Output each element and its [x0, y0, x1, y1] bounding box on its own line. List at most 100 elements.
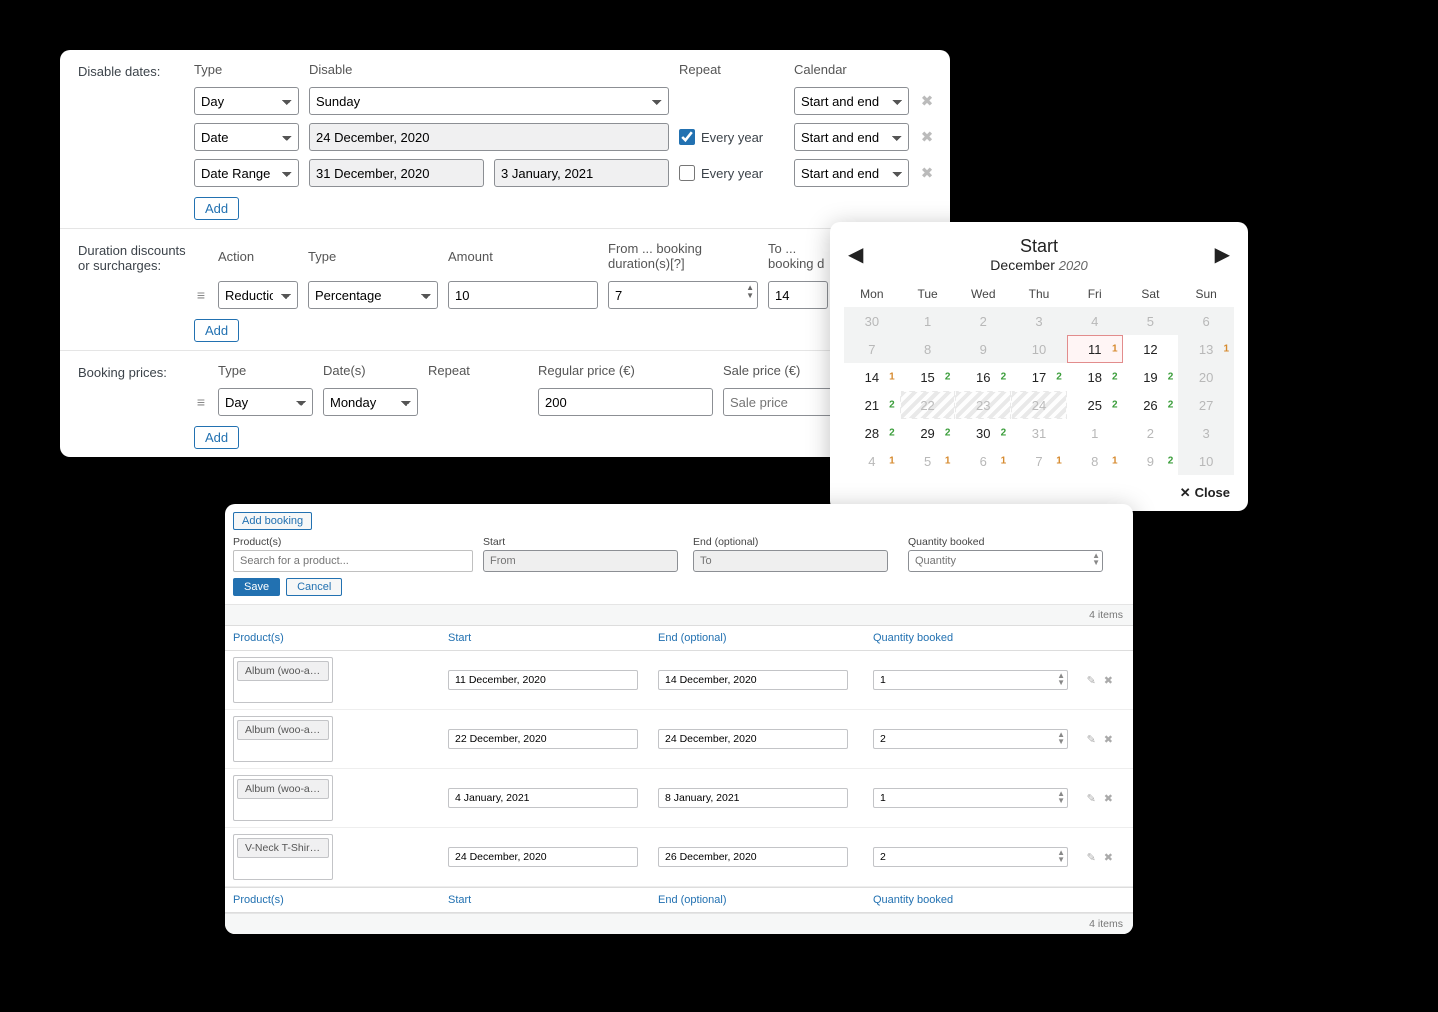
calendar-next-icon[interactable]: ▶ [1215, 242, 1230, 267]
disable-type-select[interactable]: Date Range [194, 159, 299, 187]
row-end-input[interactable] [658, 788, 848, 808]
calendar-select[interactable]: Start and end [794, 159, 909, 187]
calendar-cell[interactable]: 41 [844, 447, 900, 475]
start-date-input[interactable] [483, 550, 678, 572]
prices-add-button[interactable]: Add [194, 426, 239, 449]
calendar-cell[interactable]: 51 [900, 447, 956, 475]
row-end-input[interactable] [658, 670, 848, 690]
row-end-input[interactable] [658, 847, 848, 867]
duration-from-input[interactable] [608, 281, 758, 309]
calendar-cell[interactable]: 3 [1178, 419, 1234, 447]
delete-icon[interactable]: ✖ [919, 128, 935, 146]
th-products[interactable]: Product(s) [233, 632, 448, 644]
edit-icon[interactable]: ✎ [1087, 674, 1096, 687]
disable-type-select[interactable]: Day [194, 87, 299, 115]
disable-value-select[interactable]: Sunday [309, 87, 669, 115]
calendar-cell[interactable]: 71 [1011, 447, 1067, 475]
calendar-cell[interactable]: 5 [1123, 307, 1179, 335]
tf-start[interactable]: Start [448, 894, 658, 906]
calendar-cell[interactable]: 92 [1123, 447, 1179, 475]
calendar-close-button[interactable]: ✕Close [830, 475, 1248, 501]
calendar-cell[interactable]: 81 [1067, 447, 1123, 475]
calendar-cell[interactable]: 1 [1067, 419, 1123, 447]
calendar-cell[interactable]: 20 [1178, 363, 1234, 391]
calendar-cell[interactable]: 1 [900, 307, 956, 335]
spinner-icon[interactable]: ▲▼ [746, 284, 754, 300]
save-button[interactable]: Save [233, 578, 280, 596]
duration-amount-input[interactable] [448, 281, 598, 309]
row-start-input[interactable] [448, 788, 638, 808]
row-qty-input[interactable] [873, 670, 1068, 690]
calendar-cell[interactable]: 141 [844, 363, 900, 391]
delete-icon[interactable]: ✖ [1104, 851, 1113, 864]
product-chip-wrap[interactable]: Album (woo-album) [233, 716, 333, 762]
th-start[interactable]: Start [448, 632, 658, 644]
row-end-input[interactable] [658, 729, 848, 749]
delete-icon[interactable]: ✖ [919, 164, 935, 182]
prices-dates-select[interactable]: Monday [323, 388, 418, 416]
duration-type-select[interactable]: Percentage [308, 281, 438, 309]
calendar-cell[interactable]: 10 [1011, 335, 1067, 363]
duration-add-button[interactable]: Add [194, 319, 239, 342]
calendar-cell[interactable]: 8 [900, 335, 956, 363]
row-qty-input[interactable] [873, 788, 1068, 808]
drag-icon[interactable]: ≡ [194, 287, 208, 303]
calendar-cell[interactable]: 4 [1067, 307, 1123, 335]
row-qty-input[interactable] [873, 729, 1068, 749]
delete-icon[interactable]: ✖ [1104, 733, 1113, 746]
calendar-cell[interactable]: 61 [955, 447, 1011, 475]
drag-icon[interactable]: ≡ [194, 394, 208, 410]
calendar-cell[interactable]: 3 [1011, 307, 1067, 335]
calendar-cell[interactable]: 27 [1178, 391, 1234, 419]
spinner-icon[interactable]: ▲▼ [1057, 672, 1065, 686]
disable-value-input[interactable] [309, 123, 669, 151]
calendar-cell[interactable]: 182 [1067, 363, 1123, 391]
prices-regular-input[interactable] [538, 388, 713, 416]
spinner-icon[interactable]: ▲▼ [1092, 552, 1100, 566]
calendar-cell[interactable]: 2 [1123, 419, 1179, 447]
calendar-cell[interactable]: 302 [955, 419, 1011, 447]
calendar-cell[interactable]: 131 [1178, 335, 1234, 363]
calendar-cell[interactable]: 282 [844, 419, 900, 447]
product-chip-wrap[interactable]: V-Neck T-Shirt - Green (woo-vne [233, 834, 333, 880]
calendar-cell[interactable]: 9 [955, 335, 1011, 363]
row-start-input[interactable] [448, 729, 638, 749]
calendar-cell[interactable]: 6 [1178, 307, 1234, 335]
calendar-cell[interactable]: 172 [1011, 363, 1067, 391]
spinner-icon[interactable]: ▲▼ [1057, 731, 1065, 745]
th-end[interactable]: End (optional) [658, 632, 873, 644]
add-booking-button[interactable]: Add booking [233, 512, 312, 530]
row-start-input[interactable] [448, 670, 638, 690]
calendar-select[interactable]: Start and end [794, 87, 909, 115]
calendar-cell[interactable]: 30 [844, 307, 900, 335]
spinner-icon[interactable]: ▲▼ [1057, 849, 1065, 863]
calendar-cell[interactable]: 7 [844, 335, 900, 363]
duration-action-select[interactable]: Reduction [218, 281, 298, 309]
repeat-checkbox[interactable] [679, 165, 695, 181]
product-chip-wrap[interactable]: Album (woo-album) [233, 657, 333, 703]
th-qty[interactable]: Quantity booked [873, 632, 1073, 644]
row-qty-input[interactable] [873, 847, 1068, 867]
edit-icon[interactable]: ✎ [1087, 733, 1096, 746]
calendar-cell[interactable]: 24 [1011, 391, 1067, 419]
disable-type-select[interactable]: Date [194, 123, 299, 151]
prices-type-select[interactable]: Day [218, 388, 313, 416]
calendar-cell[interactable]: 31 [1011, 419, 1067, 447]
calendar-cell[interactable]: 12 [1123, 335, 1179, 363]
calendar-cell[interactable]: 262 [1123, 391, 1179, 419]
calendar-cell[interactable]: 212 [844, 391, 900, 419]
calendar-cell[interactable]: 292 [900, 419, 956, 447]
edit-icon[interactable]: ✎ [1087, 792, 1096, 805]
disable-value2-input[interactable] [494, 159, 669, 187]
cancel-button[interactable]: Cancel [286, 578, 342, 596]
tf-products[interactable]: Product(s) [233, 894, 448, 906]
repeat-checkbox[interactable] [679, 129, 695, 145]
delete-icon[interactable]: ✖ [919, 92, 935, 110]
calendar-cell[interactable]: 23 [955, 391, 1011, 419]
calendar-cell[interactable]: 10 [1178, 447, 1234, 475]
calendar-cell[interactable]: 252 [1067, 391, 1123, 419]
calendar-select[interactable]: Start and end [794, 123, 909, 151]
end-date-input[interactable] [693, 550, 888, 572]
tf-qty[interactable]: Quantity booked [873, 894, 1073, 906]
disable-add-button[interactable]: Add [194, 197, 239, 220]
